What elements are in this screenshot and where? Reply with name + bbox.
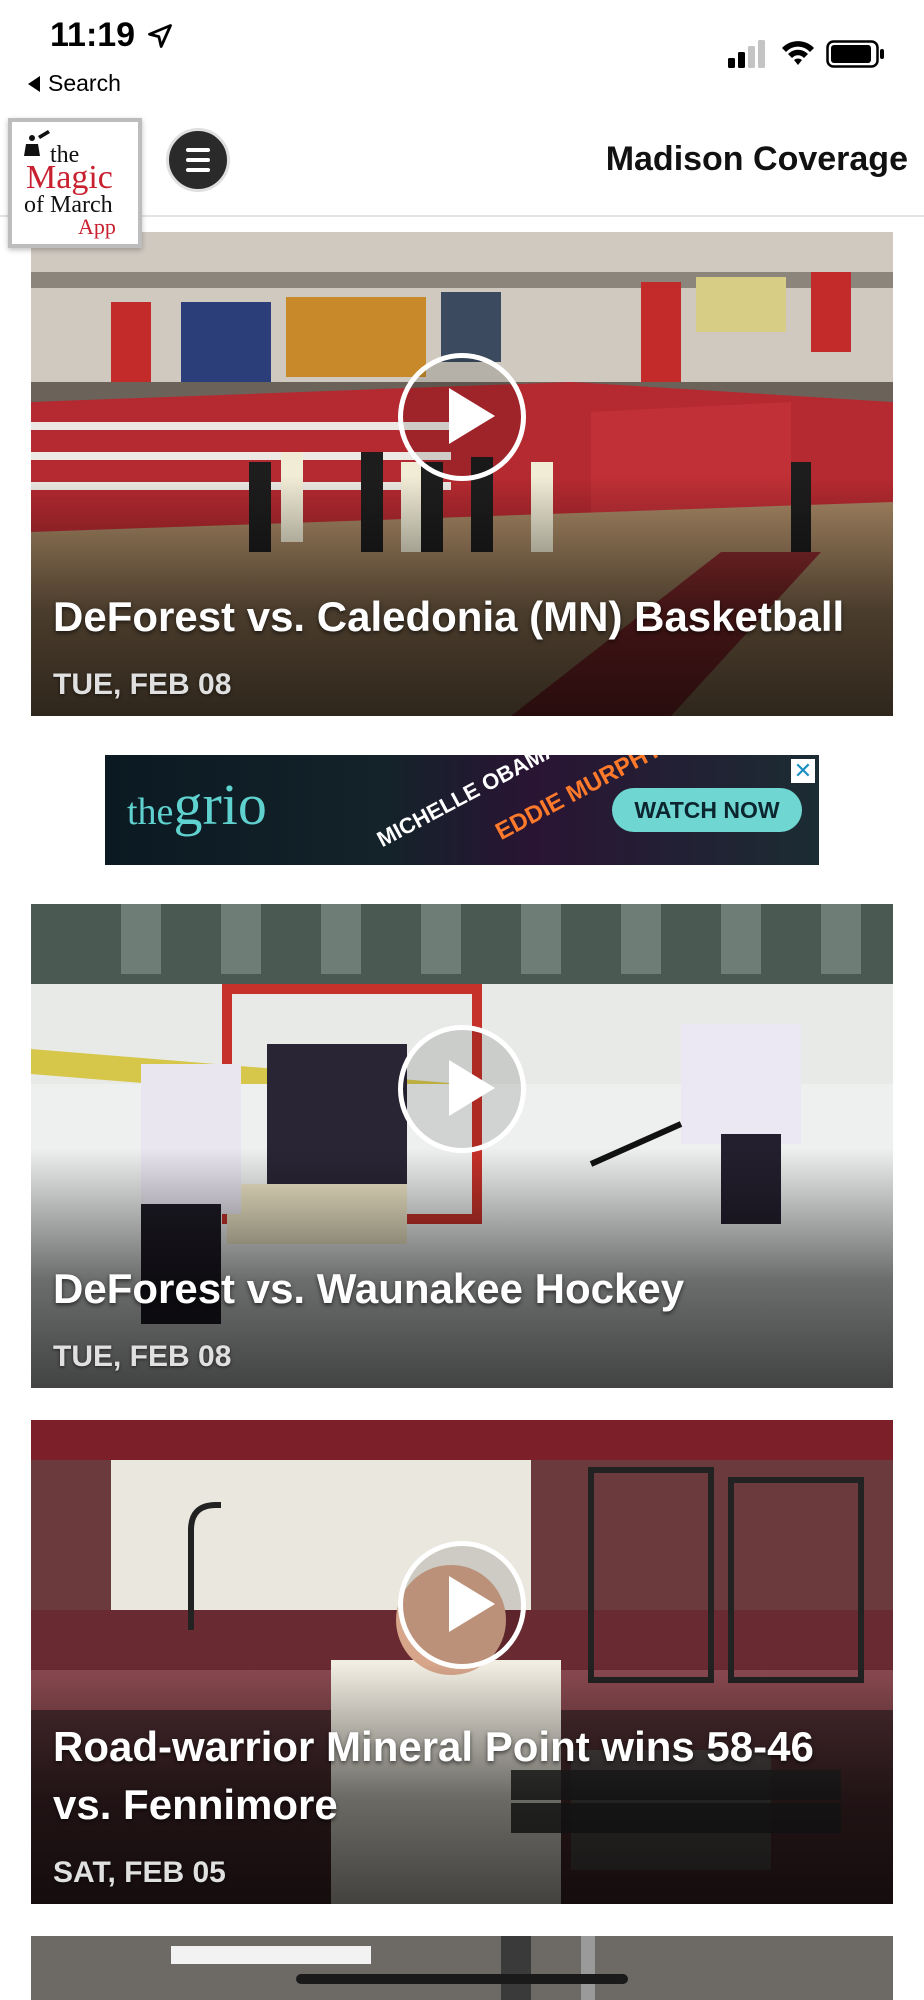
svg-text:Magic: Magic bbox=[26, 159, 113, 196]
menu-bar bbox=[186, 158, 210, 162]
magic-of-march-logo-icon: the Magic of March App bbox=[24, 130, 116, 239]
svg-text:App: App bbox=[78, 214, 116, 239]
video-card-partial[interactable] bbox=[31, 1936, 893, 2000]
play-icon[interactable] bbox=[398, 1541, 526, 1669]
play-icon[interactable] bbox=[398, 353, 526, 481]
menu-bar bbox=[186, 168, 210, 172]
back-to-search-link[interactable]: Search bbox=[28, 70, 121, 97]
video-date: TUE, FEB 08 bbox=[53, 1340, 232, 1373]
location-arrow-icon bbox=[148, 24, 172, 48]
cellular-signal-icon bbox=[728, 40, 765, 68]
video-card[interactable]: DeForest vs. Waunakee Hockey TUE, FEB 08 bbox=[31, 904, 893, 1388]
video-title: DeForest vs. Caledonia (MN) Basketball bbox=[53, 593, 845, 640]
video-title: DeForest vs. Waunakee Hockey bbox=[53, 1265, 685, 1312]
ad-banner[interactable]: thegrio MICHELLE OBAMA EDDIE MURPHY WATC… bbox=[105, 755, 819, 865]
video-thumbnail-partial bbox=[31, 1936, 893, 2000]
play-icon[interactable] bbox=[398, 1025, 526, 1153]
video-date: SAT, FEB 05 bbox=[53, 1856, 226, 1889]
back-triangle-icon bbox=[28, 75, 40, 92]
page-title: Madison Coverage bbox=[605, 140, 908, 178]
video-card[interactable]: Road-warrior Mineral Point wins 58-46 vs… bbox=[31, 1420, 893, 1904]
back-label: Search bbox=[48, 70, 121, 96]
menu-bar bbox=[186, 148, 210, 152]
video-date: TUE, FEB 08 bbox=[53, 668, 232, 701]
menu-button[interactable] bbox=[166, 128, 230, 192]
ad-watch-now-button[interactable]: WATCH NOW bbox=[612, 788, 802, 832]
wifi-icon bbox=[782, 41, 814, 65]
home-indicator[interactable] bbox=[296, 1974, 628, 1984]
ad-close-icon[interactable]: ✕ bbox=[791, 759, 815, 783]
status-bar: 11:19 Search bbox=[0, 0, 924, 110]
status-time: 11:19 bbox=[50, 16, 136, 54]
battery-icon bbox=[826, 40, 884, 68]
video-title: Road-warrior Mineral Point wins 58-46 vs… bbox=[53, 1723, 814, 1828]
app-logo[interactable]: the Magic of March App bbox=[8, 118, 142, 248]
video-card[interactable]: DeForest vs. Caledonia (MN) Basketball T… bbox=[31, 232, 893, 716]
ad-brand: thegrio bbox=[127, 772, 267, 837]
